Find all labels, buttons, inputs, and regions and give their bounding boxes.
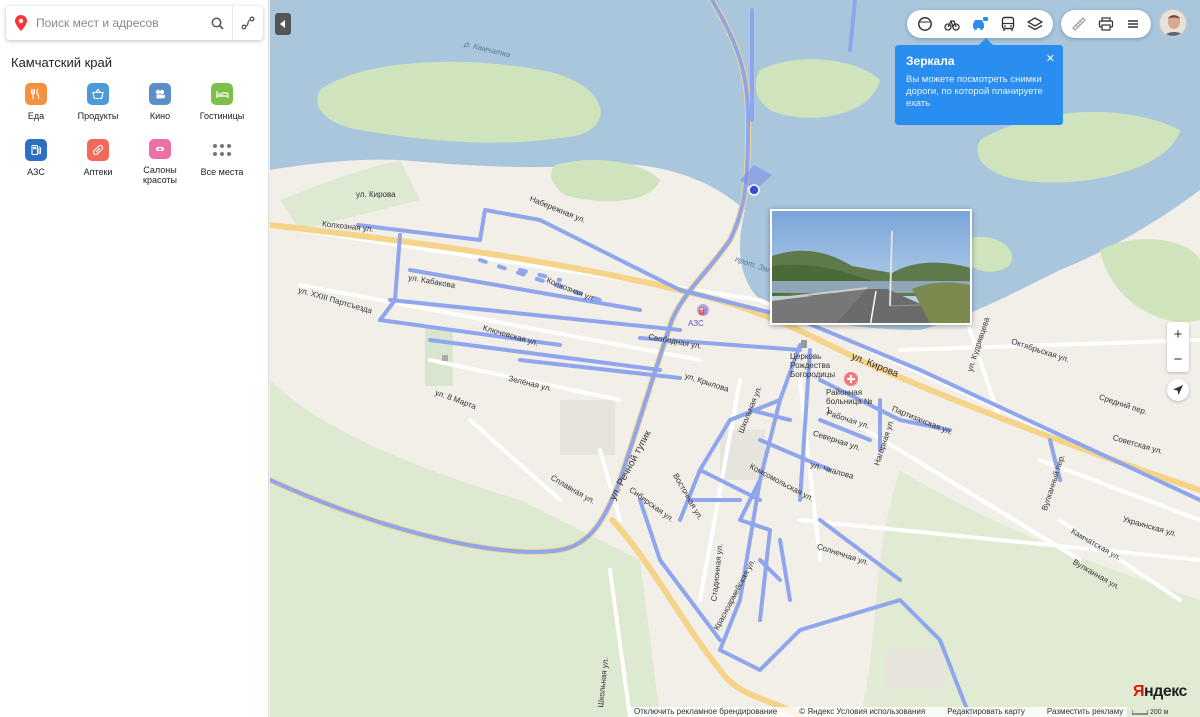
scale-line — [1131, 709, 1149, 715]
region-title: Камчатский край — [11, 55, 112, 70]
category-pharmacies[interactable]: Аптеки — [67, 139, 129, 185]
category-label: Салоны красоты — [143, 165, 177, 185]
category-food[interactable]: Еда — [5, 83, 67, 129]
film-reel-icon — [149, 83, 171, 105]
bed-icon — [211, 83, 233, 105]
edit-map-link[interactable]: Редактировать карту — [947, 707, 1025, 717]
sidebar: Камчатский край Еда Продукты Кино Гостин… — [0, 0, 269, 717]
category-label: Еда — [27, 111, 45, 121]
zoom-out-button[interactable]: − — [1167, 347, 1189, 372]
disable-branding-link[interactable]: Отключить рекламное брендирование — [634, 707, 777, 717]
location-arrow-icon — [1173, 385, 1183, 395]
transit-button[interactable] — [994, 10, 1022, 38]
category-label: Продукты — [77, 111, 119, 121]
category-label: Аптеки — [83, 167, 113, 177]
fuel-pump-icon — [25, 139, 47, 161]
category-hotels[interactable]: Гостиницы — [191, 83, 253, 129]
map-tools-toolbar — [1061, 10, 1151, 38]
tooltip-text: Вы можете посмотреть снимки дороги, по к… — [906, 74, 1043, 109]
logo-first-letter: Я — [1133, 683, 1145, 700]
print-button[interactable] — [1092, 10, 1119, 38]
svg-text:⛽: ⛽ — [699, 306, 708, 315]
pill-icon — [87, 139, 109, 161]
category-groceries[interactable]: Продукты — [67, 83, 129, 129]
mirrors-button[interactable] — [966, 10, 994, 38]
mirrors-tooltip: Зеркала Вы можете посмотреть снимки доро… — [895, 38, 1063, 125]
advertise-link[interactable]: Разместить рекламу — [1047, 707, 1123, 717]
lipstick-icon — [149, 139, 171, 159]
close-icon[interactable]: ✕ — [1046, 52, 1055, 65]
layers-icon — [1027, 17, 1044, 31]
panorama-icon — [917, 17, 932, 31]
category-beauty-salons[interactable]: Салоны красоты — [129, 139, 191, 185]
azs-label: АЗС — [688, 319, 704, 328]
menu-button[interactable] — [1120, 10, 1147, 38]
category-label: Кино — [149, 111, 171, 121]
category-cinema[interactable]: Кино — [129, 83, 191, 129]
menu-icon — [1128, 20, 1139, 28]
map-layers-toolbar — [907, 10, 1053, 38]
bike-button[interactable] — [939, 10, 967, 38]
scale-bar: 200 м — [1131, 709, 1169, 716]
map-footer: Отключить рекламное брендирование © Янде… — [630, 707, 1128, 717]
zoom-controls: + − — [1167, 322, 1189, 372]
category-grid: Еда Продукты Кино Гостиницы АЗС Аптеки С… — [5, 83, 263, 185]
grid-dots-icon — [211, 139, 233, 161]
category-label: Гостиницы — [199, 111, 245, 121]
geolocation-button[interactable] — [1167, 379, 1189, 401]
ruler-button[interactable] — [1065, 10, 1092, 38]
fork-knife-icon — [25, 83, 47, 105]
layers-button[interactable] — [1021, 10, 1049, 38]
chevron-left-icon — [280, 20, 285, 28]
search-input[interactable] — [36, 16, 202, 30]
collapse-sidebar-button[interactable] — [275, 13, 291, 35]
scale-label: 200 м — [1149, 709, 1169, 716]
search-icon[interactable] — [202, 17, 232, 30]
bus-icon — [1001, 16, 1014, 31]
street-photo-image — [772, 211, 970, 323]
map-pin-icon — [6, 15, 36, 31]
search-bar — [6, 6, 263, 40]
category-gas-stations[interactable]: АЗС — [5, 139, 67, 185]
route-icon[interactable] — [233, 16, 263, 30]
logo-rest: ндекс — [1144, 683, 1187, 700]
street-label: ул. Кирова — [356, 190, 396, 199]
church-label: Церковь Рождества Богородицы — [790, 352, 836, 379]
category-label: Все места — [200, 167, 244, 177]
yandex-logo[interactable]: Яндекс — [1133, 683, 1187, 701]
zoom-in-button[interactable]: + — [1167, 322, 1189, 347]
user-avatar[interactable] — [1159, 9, 1187, 37]
category-all-places[interactable]: Все места — [191, 139, 253, 185]
printer-icon — [1098, 17, 1114, 31]
car-camera-icon — [972, 17, 988, 30]
basket-icon — [87, 83, 109, 105]
ruler-icon — [1071, 17, 1086, 31]
tooltip-title: Зеркала — [906, 54, 955, 68]
street-photo-thumbnail[interactable] — [770, 209, 972, 325]
bike-icon — [944, 20, 961, 31]
category-label: АЗС — [27, 167, 45, 177]
panorama-button[interactable] — [911, 10, 939, 38]
terms-link[interactable]: © Яндекс Условия использования — [799, 707, 925, 717]
